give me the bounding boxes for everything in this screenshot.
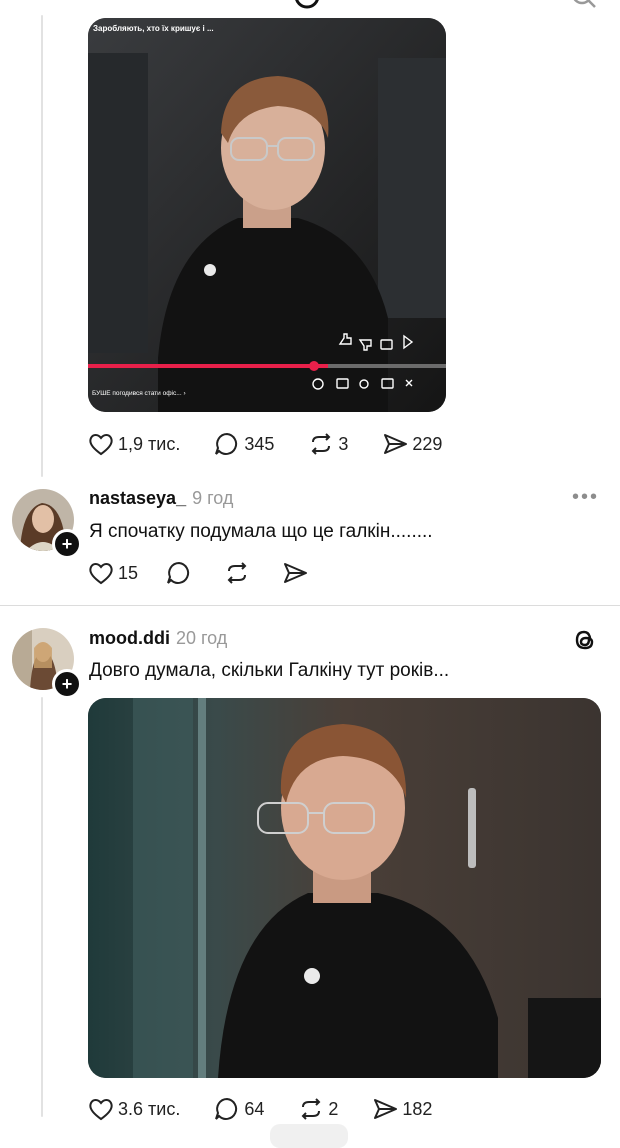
timestamp: 9 год: [192, 488, 234, 508]
repost-button[interactable]: 2: [298, 1097, 338, 1121]
like-count: 3.6 тис.: [118, 1098, 181, 1119]
bottom-nav-indicator[interactable]: [270, 1124, 348, 1148]
reply-button[interactable]: 345: [214, 432, 274, 456]
comment-icon: [215, 432, 238, 455]
photo-image: [88, 698, 601, 1078]
share-count: 229: [412, 433, 443, 454]
video-caption: Заробляють, хто їх кришує і ...: [93, 24, 214, 33]
like-button[interactable]: 15: [88, 561, 138, 585]
search-icon[interactable]: [570, 0, 598, 10]
reply-text: Я спочатку подумала що це галкін........: [89, 521, 433, 542]
post-image[interactable]: [88, 698, 601, 1078]
more-options-icon[interactable]: •••: [572, 486, 599, 509]
reply-count: 64: [244, 1098, 265, 1119]
repost-icon: [301, 1098, 321, 1120]
repost-icon: [311, 433, 331, 455]
post-divider: [0, 605, 620, 606]
follow-plus-button[interactable]: +: [52, 529, 82, 559]
post-actions: 1,9 тис. 345 3 229: [88, 432, 476, 456]
thread-line: [41, 697, 43, 1117]
username[interactable]: nastaseya_: [89, 488, 186, 508]
reply-button[interactable]: [166, 561, 196, 585]
send-icon: [384, 434, 408, 454]
repost-icon: [227, 562, 247, 584]
share-count: 182: [402, 1098, 433, 1119]
thread-line: [41, 15, 43, 477]
heart-icon: [89, 563, 113, 585]
heart-icon: [89, 1099, 113, 1121]
send-icon: [284, 563, 308, 583]
heart-icon: [89, 434, 113, 456]
reply-count: 345: [244, 433, 275, 454]
follow-plus-button[interactable]: +: [52, 669, 82, 699]
threads-logo-icon[interactable]: [293, 0, 321, 10]
share-button[interactable]: [282, 561, 312, 585]
like-count: 1,9 тис.: [118, 433, 181, 454]
reply-button[interactable]: 64: [214, 1097, 264, 1121]
post-text: Довго думала, скільки Галкіну тут років.…: [89, 660, 450, 681]
post-author[interactable]: mood.ddi 20 год: [89, 628, 227, 649]
repost-count: 2: [328, 1098, 339, 1119]
username[interactable]: mood.ddi: [89, 628, 170, 648]
repost-button[interactable]: [224, 561, 254, 585]
reply-actions: 15: [88, 561, 346, 585]
timestamp: 20 год: [175, 628, 228, 648]
like-button[interactable]: 1,9 тис.: [88, 432, 180, 456]
threads-icon[interactable]: [573, 628, 597, 652]
like-button[interactable]: 3.6 тис.: [88, 1097, 180, 1121]
comment-icon: [167, 561, 190, 584]
share-button[interactable]: 182: [372, 1097, 432, 1121]
comment-icon: [215, 1097, 238, 1120]
video-player[interactable]: Заробляють, хто їх кришує і ... БУШЕ пог…: [88, 18, 446, 412]
send-icon: [374, 1099, 398, 1119]
share-button[interactable]: 229: [382, 432, 442, 456]
like-count: 15: [118, 562, 139, 583]
video-related-link[interactable]: БУШЕ погодився стати офіс... ›: [92, 390, 186, 397]
reply-author[interactable]: nastaseya_ 9 год: [89, 488, 233, 509]
repost-count: 3: [338, 433, 349, 454]
repost-button[interactable]: 3: [308, 432, 348, 456]
video-frame-image: [88, 18, 446, 412]
post-actions: 3.6 тис. 64 2 182: [88, 1097, 466, 1121]
